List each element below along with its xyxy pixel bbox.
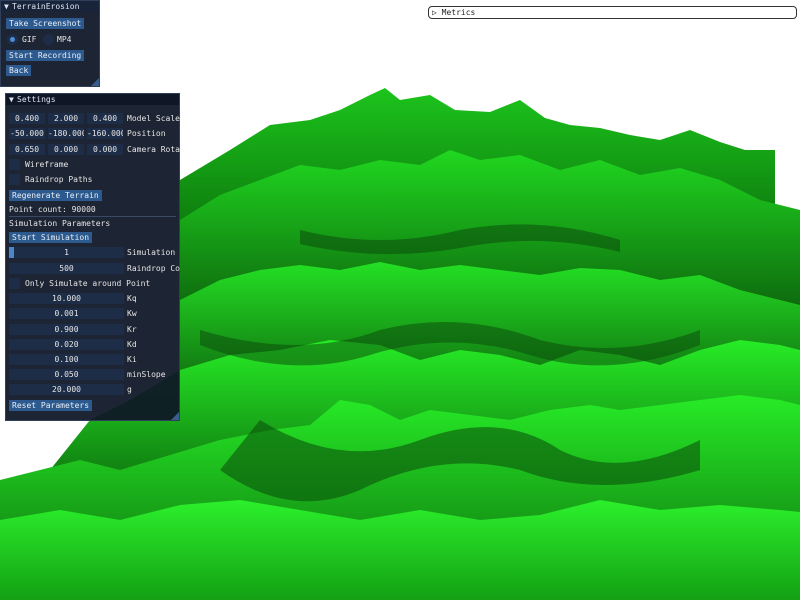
simulation-label: Simulation xyxy=(127,248,176,257)
camera-rotation-z[interactable]: 0.000 xyxy=(87,144,123,155)
wireframe-checkbox[interactable] xyxy=(9,159,20,170)
collapse-arrow-icon[interactable]: ▼ xyxy=(9,94,17,105)
position-label: Position xyxy=(127,129,166,138)
simulation-slider[interactable]: 1 xyxy=(9,247,124,258)
kr-label: Kr xyxy=(127,325,137,334)
camera-rotation-x[interactable]: 0.650 xyxy=(9,144,45,155)
simulation-value: 1 xyxy=(64,248,69,257)
collapse-arrow-icon[interactable]: ▷ xyxy=(432,8,437,17)
metrics-window[interactable]: ▷ Metrics xyxy=(428,6,797,19)
main-window[interactable]: ▼ TerrainErosion Take Screenshot GIF MP4 … xyxy=(0,0,100,87)
kd-field[interactable]: 0.020 xyxy=(9,339,124,350)
simulation-slider-fill xyxy=(9,247,14,258)
main-window-title: TerrainErosion xyxy=(12,2,80,11)
section-divider xyxy=(9,216,176,217)
g-field[interactable]: 20.000 xyxy=(9,384,124,395)
raindrop-paths-label: Raindrop Paths xyxy=(25,175,93,184)
start-simulation-button[interactable]: Start Simulation xyxy=(9,232,93,243)
back-button[interactable]: Back xyxy=(6,65,32,76)
model-scale-y[interactable]: 2.000 xyxy=(48,113,84,124)
regenerate-terrain-button[interactable]: Regenerate Terrain xyxy=(9,190,102,201)
simulation-section-label: Simulation Parameters xyxy=(9,219,111,228)
kw-label: Kw xyxy=(127,309,137,318)
model-scale-x[interactable]: 0.400 xyxy=(9,113,45,124)
gif-radio[interactable] xyxy=(7,34,18,45)
settings-titlebar[interactable]: ▼ Settings xyxy=(6,94,179,105)
g-label: g xyxy=(127,385,132,394)
point-count-text: Point count: 90000 xyxy=(9,205,96,214)
settings-window[interactable]: ▼ Settings 0.400 2.000 0.400 Model Scale … xyxy=(5,93,180,421)
ki-label: Ki xyxy=(127,355,137,364)
kq-field[interactable]: 10.000 xyxy=(9,293,124,304)
settings-title: Settings xyxy=(17,95,56,104)
min-slope-label: minSlope xyxy=(127,370,166,379)
only-around-point-label: Only Simulate around Point xyxy=(25,279,151,288)
main-window-titlebar[interactable]: ▼ TerrainErosion xyxy=(1,1,99,12)
mp4-radio[interactable] xyxy=(43,34,54,45)
kr-field[interactable]: 0.900 xyxy=(9,324,124,335)
position-x[interactable]: -50.000 xyxy=(9,128,45,139)
kw-field[interactable]: 0.001 xyxy=(9,308,124,319)
min-slope-field[interactable]: 0.050 xyxy=(9,369,124,380)
wireframe-label: Wireframe xyxy=(25,160,69,169)
take-screenshot-button[interactable]: Take Screenshot xyxy=(6,18,85,29)
reset-parameters-button[interactable]: Reset Parameters xyxy=(9,400,93,411)
raindrop-paths-checkbox[interactable] xyxy=(9,174,20,185)
metrics-title: Metrics xyxy=(441,8,476,17)
gif-label: GIF xyxy=(22,35,37,44)
camera-rotation-y[interactable]: 0.000 xyxy=(48,144,84,155)
kd-label: Kd xyxy=(127,340,137,349)
only-around-point-checkbox[interactable] xyxy=(9,278,20,289)
position-z[interactable]: -160.000 xyxy=(87,128,123,139)
position-y[interactable]: -180.000 xyxy=(48,128,84,139)
start-recording-button[interactable]: Start Recording xyxy=(6,50,85,61)
collapse-arrow-icon[interactable]: ▼ xyxy=(4,1,12,12)
raindrop-count-label: Raindrop Co xyxy=(127,264,180,273)
kq-label: Kq xyxy=(127,294,137,303)
ki-field[interactable]: 0.100 xyxy=(9,354,124,365)
raindrop-count-field[interactable]: 500 xyxy=(9,263,124,274)
model-scale-label: Model Scale xyxy=(127,114,180,123)
resize-grip-icon[interactable] xyxy=(171,412,179,420)
camera-rotation-label: Camera Rota xyxy=(127,145,180,154)
model-scale-z[interactable]: 0.400 xyxy=(87,113,123,124)
resize-grip-icon[interactable] xyxy=(91,78,99,86)
mp4-label: MP4 xyxy=(57,35,72,44)
